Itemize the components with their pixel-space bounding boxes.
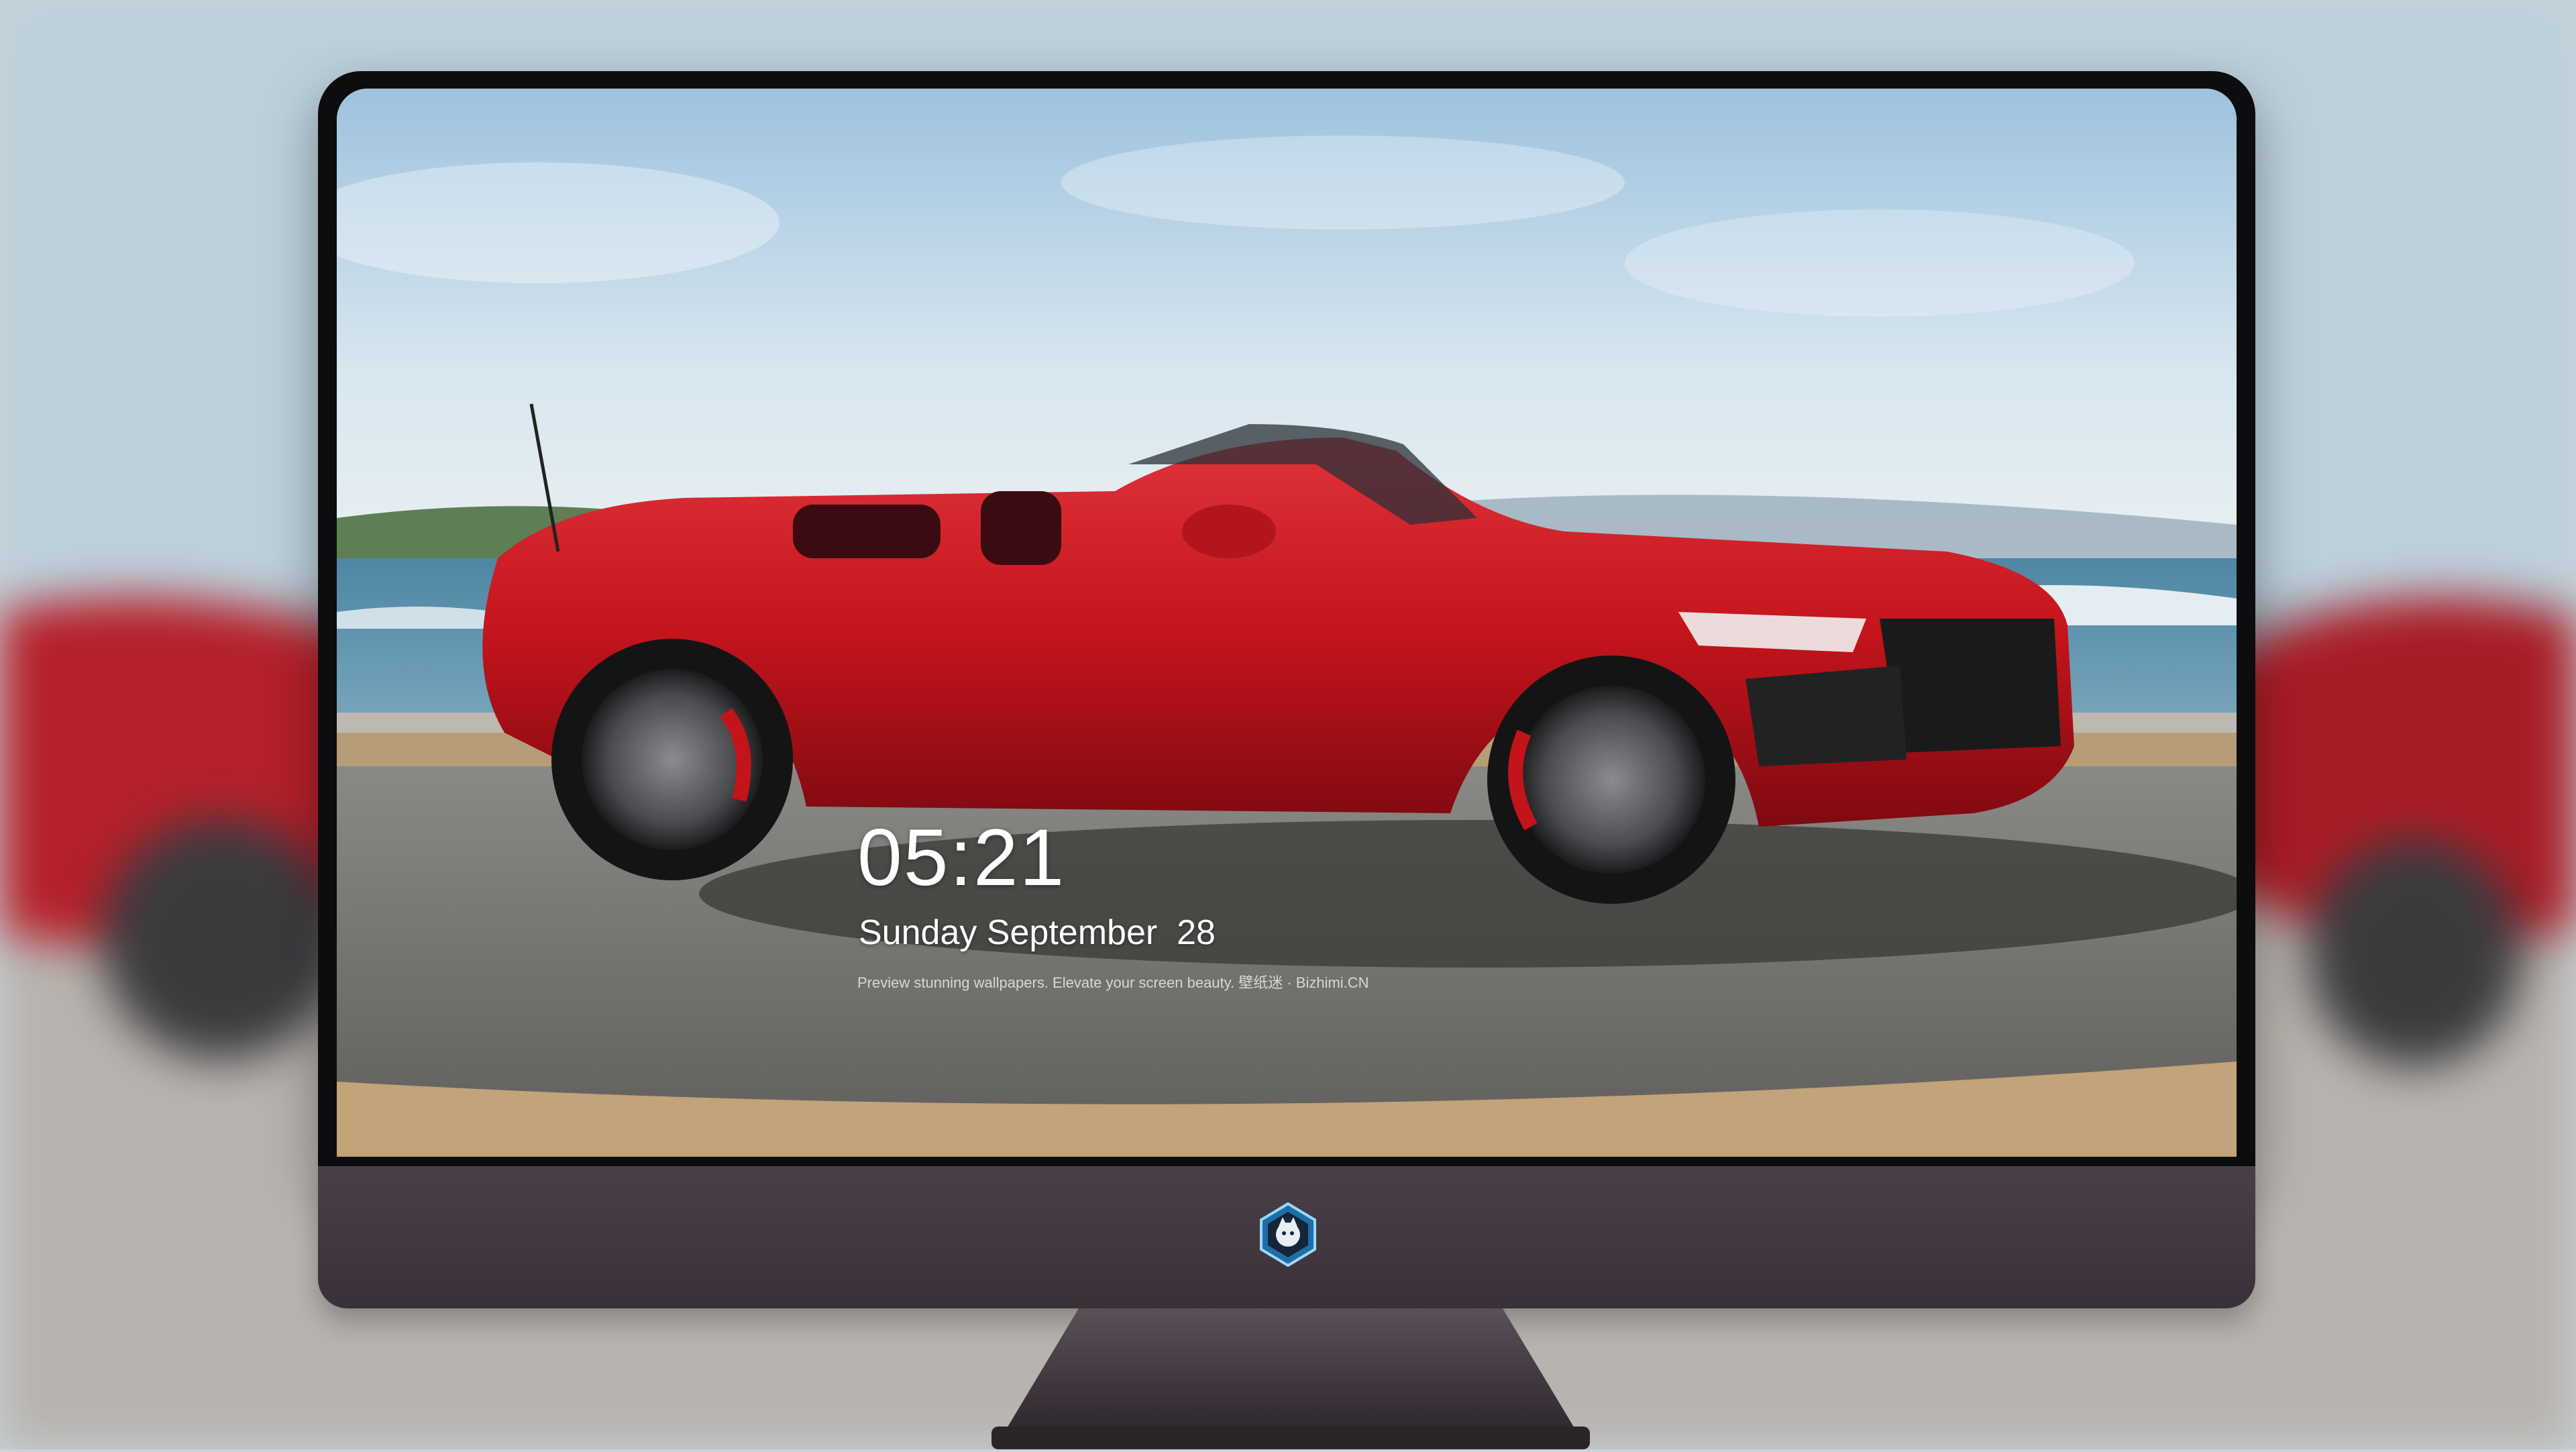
brand-logo-icon bbox=[1254, 1201, 1322, 1268]
imac-monitor: 05:21 Sunday September 28 Preview stunni… bbox=[318, 71, 2255, 1308]
monitor-stand bbox=[676, 1308, 1905, 1449]
monitor-bezel: 05:21 Sunday September 28 Preview stunni… bbox=[318, 71, 2255, 1172]
lock-screen-time: 05:21 bbox=[857, 813, 1066, 902]
wallpaper-tagline: Preview stunning wallpapers. Elevate you… bbox=[857, 974, 1369, 991]
lock-screen-date: Sunday September 28 bbox=[859, 913, 1216, 952]
wallpaper-red-convertible bbox=[337, 89, 2237, 1157]
desktop-screen: 05:21 Sunday September 28 Preview stunni… bbox=[337, 89, 2237, 1157]
